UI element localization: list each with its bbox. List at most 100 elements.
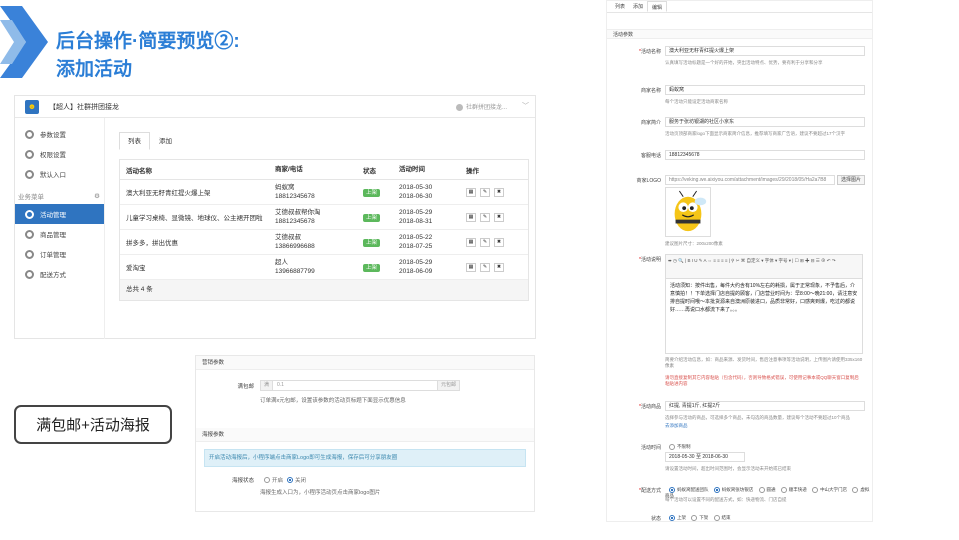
label-service-phone: 客服电话 <box>640 153 661 159</box>
feature-tag: 满包邮+活动海报 <box>14 405 172 444</box>
checkbox-icon[interactable] <box>852 487 859 493</box>
editor-content[interactable]: 活动须知：按件出售，每件大约含有10%左右的耗损，属于正常现象，不予售后，介意慎… <box>666 279 862 317</box>
shop-switcher[interactable]: 社群拼团接龙... <box>455 102 507 111</box>
settings-small-icon[interactable]: ⚙ <box>94 192 100 200</box>
status-badge: 上架 <box>363 189 381 197</box>
edit-icon[interactable]: ✎ <box>480 237 490 247</box>
delete-icon[interactable]: ✖ <box>494 262 504 272</box>
gear-icon <box>25 229 34 239</box>
status-radio[interactable] <box>691 515 698 521</box>
editor-toolbar[interactable]: ⬌ ◷ 🔍 | B I U ✎ A ⇔ ≡ ≡ ≡ ≡ | ⚲ ✂ ⌘ 自定义 … <box>666 255 862 279</box>
bee-mascot-icon <box>674 190 707 232</box>
activity-name[interactable]: 拼多多，拼出优惠 <box>120 237 275 247</box>
tab-list[interactable]: 列表 <box>611 1 629 12</box>
main-content: 列表 添加 活动名称 商家/电话 状态 活动时间 操作 澳大利亚无籽青红提火爆上… <box>119 132 529 301</box>
time-unlimited-option[interactable]: 不限制 <box>665 444 691 450</box>
avatar <box>455 103 463 111</box>
start-date: 2018-05-29 <box>399 209 433 216</box>
status-options: 上架 下架 结束 <box>665 515 731 521</box>
service-phone-field[interactable]: 18812345678 <box>665 150 865 160</box>
add-goods-link[interactable]: 去添加商品 <box>665 423 688 429</box>
gear-icon <box>25 209 34 219</box>
sidebar-item-activities[interactable]: 活动管理 <box>15 204 104 224</box>
label-delivery: 配送方式 <box>607 487 661 494</box>
col-header-status: 状态 <box>363 167 376 175</box>
merchant-intro-field[interactable]: 服务于张坊银湖的社区小京东 <box>665 117 865 127</box>
free-shipping-input[interactable]: 满 0.1 元包邮 <box>260 380 460 391</box>
sidebar-item-delivery[interactable]: 配送方式 <box>15 264 104 284</box>
activity-goods-select[interactable]: 红提, 青提1斤, 红提2斤 <box>665 401 865 411</box>
sidebar-item-label: 参数设置 <box>40 132 66 139</box>
merchant-name-field[interactable]: 蚂蚁窝 <box>665 85 865 95</box>
activity-table: 活动名称 商家/电话 状态 活动时间 操作 澳大利亚无籽青红提火爆上架 蚂蚁窝 1… <box>119 159 529 301</box>
activity-name[interactable]: 澳大利亚无籽青红提火爆上架 <box>120 187 275 197</box>
checkbox-icon[interactable] <box>780 487 787 493</box>
qrcode-icon[interactable]: ▦ <box>466 237 476 247</box>
status-radio[interactable] <box>713 515 720 521</box>
logo-preview-image <box>665 187 711 237</box>
sidebar-item-default-entry[interactable]: 默认入口 <box>15 164 104 184</box>
sidebar-item-permissions[interactable]: 权限设置 <box>15 144 104 164</box>
delivery-hint: 每个活动可以设置不同的配送方式，如：快递物流、门店自提 <box>665 497 787 502</box>
gear-icon <box>25 249 34 259</box>
slide-title: 后台操作·简要预览②: 添加活动 <box>56 28 240 84</box>
activity-time-range[interactable]: 2018-05-30 至 2018-06-30 <box>665 452 745 462</box>
logo-url-field[interactable]: https://veking.we.aixiyou.com/attachment… <box>665 175 835 185</box>
sidebar-item-params[interactable]: 参数设置 <box>15 124 104 144</box>
poster-hint: 海报生成入口为，小程序活动页点击商家logo图片 <box>260 490 381 496</box>
tab-add[interactable]: 添加 <box>629 1 647 12</box>
sidebar-group-header: 业务菜单 ⚙ <box>15 188 104 204</box>
poster-info-alert: 开启活动海报后，小程序端点击商家Logo即可生成海报，保存后可分享朋友圈 <box>204 449 526 467</box>
activity-name-field[interactable]: 澳大利亚无籽青红提火爆上架 <box>665 46 865 56</box>
start-date: 2018-05-22 <box>399 234 433 241</box>
tab-bar: 列表 添加 <box>119 132 529 150</box>
label-merchant-intro: 商家简介 <box>640 120 661 126</box>
tab-edit[interactable]: 编辑 <box>647 1 668 12</box>
shop-switcher-label: 社群拼团接龙... <box>465 105 507 111</box>
free-shipping-suffix: 元包邮 <box>437 381 459 390</box>
end-date: 2018-06-09 <box>399 268 433 275</box>
section-activity-params: 活动参数 <box>607 29 872 39</box>
slide-chevron-icon <box>0 6 48 78</box>
sidebar-item-products[interactable]: 商品管理 <box>15 224 104 244</box>
poster-on-radio[interactable] <box>264 477 270 483</box>
activity-desc-hint: 简要介绍活动信息，如：商品来源、发货时间，售后注意事项等活动说明，上传图片请使用… <box>665 357 863 368</box>
activity-name[interactable]: 爱淘宝 <box>120 262 275 272</box>
activity-name[interactable]: 儿童学习桌椅、显微镜、地球仪、公主裙开团啦 <box>120 212 275 222</box>
section-poster-header: 海报参数 <box>196 428 534 442</box>
delete-icon[interactable]: ✖ <box>494 212 504 222</box>
qrcode-icon[interactable]: ▦ <box>466 262 476 272</box>
status-badge: 上架 <box>363 214 381 222</box>
delete-icon[interactable]: ✖ <box>494 187 504 197</box>
sidebar-item-label: 权限设置 <box>40 152 66 159</box>
checkbox-icon[interactable] <box>812 487 819 493</box>
merchant-name-hint: 每个活动只能设定活动商家名称 <box>665 99 728 104</box>
checkbox-icon[interactable] <box>758 487 765 493</box>
time-unlimited-radio[interactable] <box>669 444 675 450</box>
qrcode-icon[interactable]: ▦ <box>466 187 476 197</box>
edit-icon[interactable]: ✎ <box>480 187 490 197</box>
activity-goods-hint: 选择参与活动的商品，可选择多个商品，未勾选的商品数量，建议每个活动不要超过10个… <box>665 415 851 420</box>
col-header-actions: 操作 <box>466 167 479 175</box>
edit-icon[interactable]: ✎ <box>480 262 490 272</box>
sidebar-item-label: 商品管理 <box>40 232 66 239</box>
sidebar-item-orders[interactable]: 订单管理 <box>15 244 104 264</box>
label-activity-time: 活动时间 <box>640 445 661 451</box>
delete-icon[interactable]: ✖ <box>494 237 504 247</box>
admin-panel: ☻ 【超人】社群拼团接龙 社群拼团接龙... ﹀ 参数设置 权限设置 默认入口 … <box>14 95 536 339</box>
poster-off-radio[interactable] <box>287 477 294 483</box>
status-radio[interactable] <box>669 515 675 521</box>
edit-tab-bar: 列表 添加 编辑 <box>607 1 872 13</box>
checkbox-icon[interactable] <box>713 487 720 493</box>
edit-icon[interactable]: ✎ <box>480 212 490 222</box>
tab-list[interactable]: 列表 <box>119 132 150 150</box>
qrcode-icon[interactable]: ▦ <box>466 212 476 222</box>
merchant-name: 蚂蚁窝 <box>275 184 295 191</box>
rich-text-editor[interactable]: ⬌ ◷ 🔍 | B I U ✎ A ⇔ ≡ ≡ ≡ ≡ | ⚲ ✂ ⌘ 自定义 … <box>665 254 863 354</box>
label-activity-name: 活动名称 <box>607 48 661 55</box>
choose-image-button[interactable]: 选择图片 <box>837 175 866 185</box>
end-date: 2018-08-31 <box>399 218 433 225</box>
chevron-down-icon[interactable]: ﹀ <box>522 101 529 111</box>
tab-add[interactable]: 添加 <box>150 132 181 150</box>
sidebar-item-label: 默认入口 <box>40 172 66 179</box>
